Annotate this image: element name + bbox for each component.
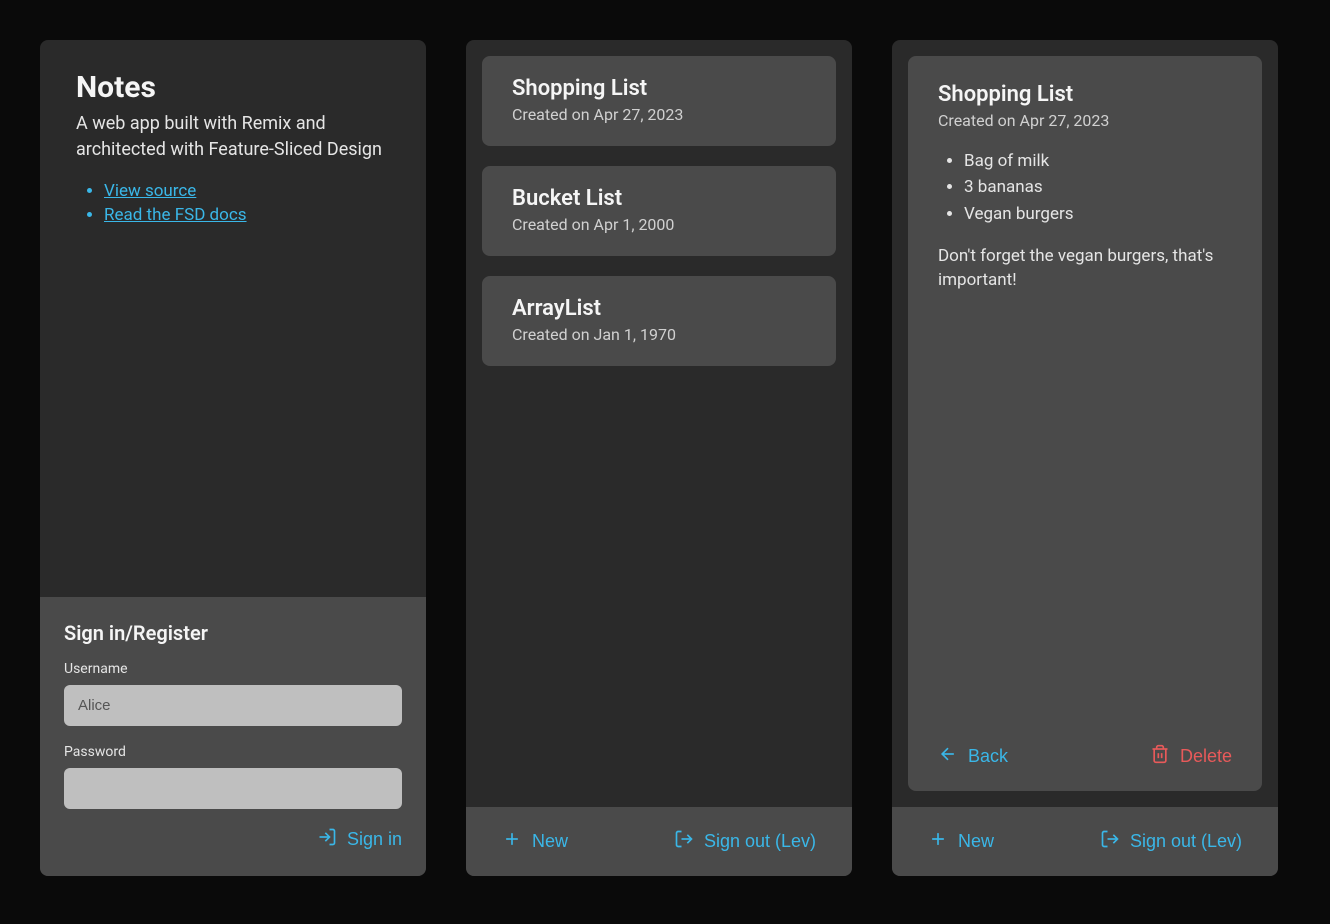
delete-button-label: Delete (1180, 746, 1232, 767)
plus-icon (502, 829, 522, 854)
note-detail-title: Shopping List (938, 82, 1232, 107)
plus-icon (928, 829, 948, 854)
note-detail-main: Shopping List Created on Apr 27, 2023 Ba… (892, 40, 1278, 807)
note-card-title: ArrayList (512, 296, 806, 321)
note-detail-card: Shopping List Created on Apr 27, 2023 Ba… (908, 56, 1262, 791)
new-note-button[interactable]: New (502, 829, 568, 854)
back-button[interactable]: Back (938, 744, 1008, 769)
note-detail-body: Shopping List Created on Apr 27, 2023 Ba… (938, 82, 1232, 724)
note-detail-panel: Shopping List Created on Apr 27, 2023 Ba… (892, 40, 1278, 876)
signout-icon (674, 829, 694, 854)
page-title: Notes (76, 70, 390, 105)
list-item: Bag of milk (964, 148, 1232, 174)
new-note-label: New (958, 831, 994, 852)
note-detail-footer: New Sign out (Lev) (892, 807, 1278, 876)
note-detail-actions: Back Delete (938, 744, 1232, 769)
page-subtitle: A web app built with Remix and architect… (76, 111, 390, 163)
note-card[interactable]: Bucket List Created on Apr 1, 2000 (482, 166, 836, 256)
signin-button-label: Sign in (347, 829, 402, 850)
note-card-meta: Created on Apr 1, 2000 (512, 215, 806, 234)
signin-button[interactable]: Sign in (317, 827, 402, 852)
signout-label: Sign out (Lev) (704, 831, 816, 852)
list-item: View source (104, 181, 390, 201)
links-list: View source Read the FSD docs (76, 181, 390, 225)
signout-icon (1100, 829, 1120, 854)
signout-button[interactable]: Sign out (Lev) (1100, 829, 1242, 854)
username-input[interactable] (64, 685, 402, 726)
delete-button[interactable]: Delete (1150, 744, 1232, 769)
note-card-meta: Created on Apr 27, 2023 (512, 105, 806, 124)
note-card-meta: Created on Jan 1, 1970 (512, 325, 806, 344)
password-input[interactable] (64, 768, 402, 809)
list-item: Read the FSD docs (104, 205, 390, 225)
password-label: Password (64, 744, 402, 760)
signin-icon (317, 827, 337, 852)
note-card[interactable]: Shopping List Created on Apr 27, 2023 (482, 56, 836, 146)
signin-form: Sign in/Register Username Password Sign … (40, 597, 426, 876)
home-main: Notes A web app built with Remix and arc… (40, 40, 426, 597)
back-button-label: Back (968, 746, 1008, 767)
username-label: Username (64, 661, 402, 677)
notes-list-main: Shopping List Created on Apr 27, 2023 Bu… (466, 40, 852, 807)
note-body-text: Don't forget the vegan burgers, that's i… (938, 245, 1232, 293)
fsd-docs-link[interactable]: Read the FSD docs (104, 205, 247, 225)
list-item: Vegan burgers (964, 201, 1232, 227)
trash-icon (1150, 744, 1170, 769)
notes-list-panel: Shopping List Created on Apr 27, 2023 Bu… (466, 40, 852, 876)
note-items-list: Bag of milk 3 bananas Vegan burgers (938, 148, 1232, 227)
notes-list-footer: New Sign out (Lev) (466, 807, 852, 876)
signout-button[interactable]: Sign out (Lev) (674, 829, 816, 854)
view-source-link[interactable]: View source (104, 181, 196, 201)
form-title: Sign in/Register (64, 621, 402, 645)
new-note-label: New (532, 831, 568, 852)
home-panel: Notes A web app built with Remix and arc… (40, 40, 426, 876)
note-card-title: Bucket List (512, 186, 806, 211)
new-note-button[interactable]: New (928, 829, 994, 854)
arrow-left-icon (938, 744, 958, 769)
note-card-title: Shopping List (512, 76, 806, 101)
note-detail-meta: Created on Apr 27, 2023 (938, 111, 1232, 130)
signout-label: Sign out (Lev) (1130, 831, 1242, 852)
note-card[interactable]: ArrayList Created on Jan 1, 1970 (482, 276, 836, 366)
list-item: 3 bananas (964, 174, 1232, 200)
